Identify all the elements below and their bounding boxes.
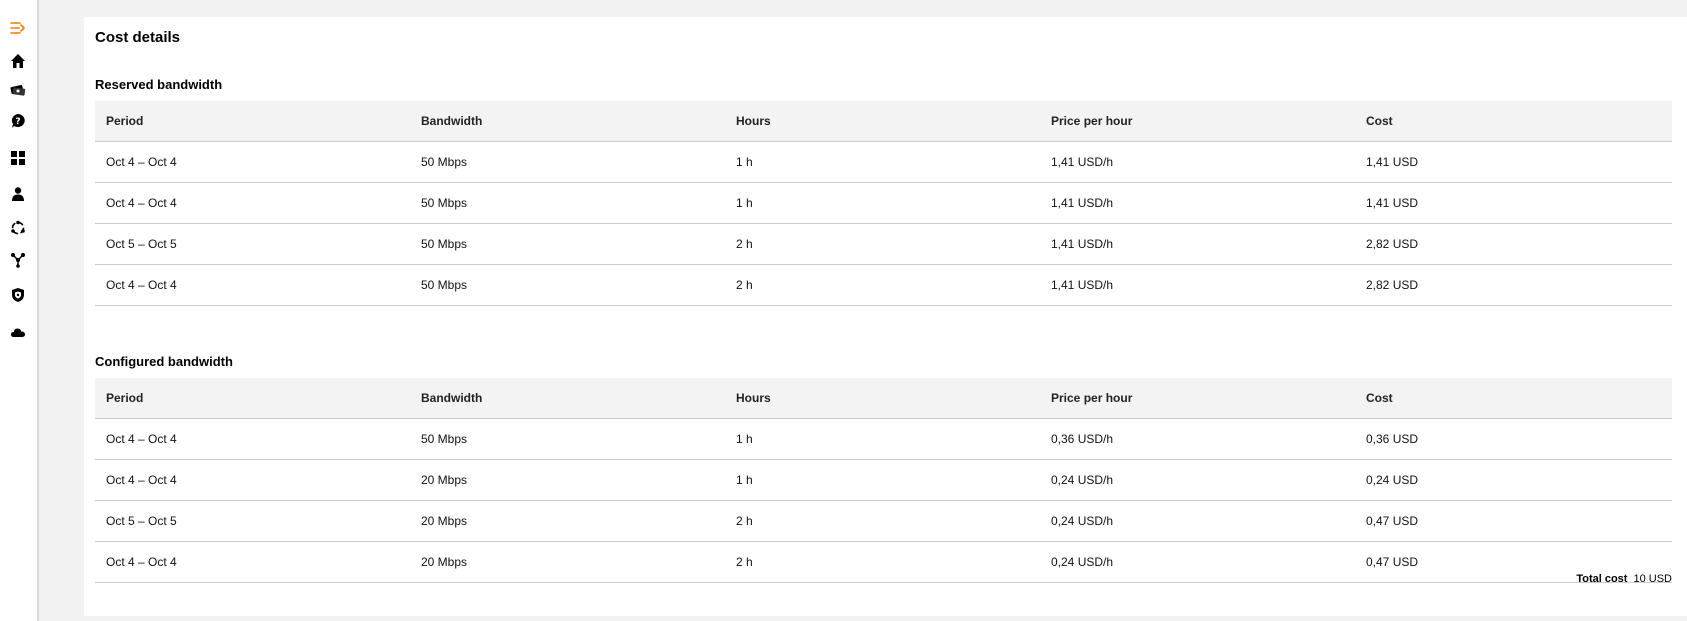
period-cell: Oct 4 – Oct 4 [95,182,410,224]
cost-cell: 0,36 USD [1355,418,1672,460]
price-per-hour-cell: 0,24 USD/h [1040,500,1355,542]
price-per-hour-cell: 1,41 USD/h [1040,223,1355,265]
sidebar: ? [0,0,39,621]
hours-cell: 2 h [725,223,1040,265]
total-cost: Total cost 10 USD [1576,573,1672,585]
hours-cell: 1 h [725,141,1040,183]
hours-cell: 2 h [725,500,1040,542]
table-row: Oct 4 – Oct 4 50 Mbps 2 h 1,41 USD/h 2,8… [95,264,1672,306]
configured-bandwidth-table: Period Bandwidth Hours Price per hour Co… [95,378,1672,583]
table-header-row: Period Bandwidth Hours Price per hour Co… [95,378,1672,419]
reserved-bandwidth-table: Period Bandwidth Hours Price per hour Co… [95,101,1672,306]
cost-cell: 1,41 USD [1355,141,1672,183]
period-cell: Oct 4 – Oct 4 [95,264,410,306]
column-header-price-per-hour: Price per hour [1040,378,1355,419]
cost-cell: 2,82 USD [1355,223,1672,265]
column-header-cost: Cost [1355,101,1672,142]
cost-cell: 1,41 USD [1355,182,1672,224]
cloud-icon[interactable] [8,322,28,342]
price-per-hour-cell: 0,24 USD/h [1040,459,1355,501]
table-row: Oct 4 – Oct 4 50 Mbps 1 h 1,41 USD/h 1,4… [95,141,1672,183]
topology-icon[interactable] [8,250,28,270]
table-row: Oct 5 – Oct 5 20 Mbps 2 h 0,24 USD/h 0,4… [95,500,1672,542]
tickets-icon[interactable] [8,80,28,100]
cost-details-card: Cost details Reserved bandwidth Period B… [84,17,1687,616]
column-header-hours: Hours [725,378,1040,419]
table-row: Oct 4 – Oct 4 50 Mbps 1 h 1,41 USD/h 1,4… [95,182,1672,224]
dashboard-icon[interactable] [8,148,28,168]
bandwidth-cell: 50 Mbps [410,141,725,183]
bandwidth-cell: 20 Mbps [410,541,725,583]
price-per-hour-cell: 0,24 USD/h [1040,541,1355,583]
bandwidth-cell: 50 Mbps [410,182,725,224]
column-header-bandwidth: Bandwidth [410,378,725,419]
table-header-row: Period Bandwidth Hours Price per hour Co… [95,101,1672,142]
bandwidth-cell: 20 Mbps [410,459,725,501]
table-row: Oct 4 – Oct 4 20 Mbps 2 h 0,24 USD/h 0,4… [95,541,1672,583]
cost-cell: 0,47 USD [1355,500,1672,542]
table-row: Oct 5 – Oct 5 50 Mbps 2 h 1,41 USD/h 2,8… [95,223,1672,265]
price-per-hour-cell: 1,41 USD/h [1040,264,1355,306]
configured-bandwidth-title: Configured bandwidth [95,354,233,369]
bandwidth-cell: 50 Mbps [410,418,725,460]
bandwidth-cell: 20 Mbps [410,500,725,542]
total-cost-label: Total cost [1576,573,1628,585]
column-header-bandwidth: Bandwidth [410,101,725,142]
price-per-hour-cell: 1,41 USD/h [1040,141,1355,183]
column-header-price-per-hour: Price per hour [1040,101,1355,142]
table-row: Oct 4 – Oct 4 20 Mbps 1 h 0,24 USD/h 0,2… [95,459,1672,501]
network-icon[interactable] [8,218,28,238]
reserved-bandwidth-title: Reserved bandwidth [95,77,223,92]
price-per-hour-cell: 1,41 USD/h [1040,182,1355,224]
period-cell: Oct 4 – Oct 4 [95,541,410,583]
page-title: Cost details [95,29,181,46]
hours-cell: 1 h [725,182,1040,224]
price-per-hour-cell: 0,36 USD/h [1040,418,1355,460]
period-cell: Oct 5 – Oct 5 [95,223,410,265]
period-cell: Oct 4 – Oct 4 [95,459,410,501]
svg-text:?: ? [15,117,20,127]
period-cell: Oct 5 – Oct 5 [95,500,410,542]
bandwidth-cell: 50 Mbps [410,264,725,306]
bandwidth-cell: 50 Mbps [410,223,725,265]
column-header-period: Period [95,378,410,419]
cost-cell: 0,24 USD [1355,459,1672,501]
cost-cell: 2,82 USD [1355,264,1672,306]
collapse-menu-icon[interactable] [8,18,28,38]
hours-cell: 1 h [725,418,1040,460]
column-header-hours: Hours [725,101,1040,142]
user-icon[interactable] [8,184,28,204]
security-icon[interactable] [8,285,28,305]
period-cell: Oct 4 – Oct 4 [95,418,410,460]
table-row: Oct 4 – Oct 4 50 Mbps 1 h 0,36 USD/h 0,3… [95,418,1672,460]
help-icon[interactable]: ? [8,111,28,131]
hours-cell: 2 h [725,541,1040,583]
column-header-cost: Cost [1355,378,1672,419]
total-cost-value: 10 USD [1633,573,1672,585]
home-icon[interactable] [8,51,28,71]
hours-cell: 1 h [725,459,1040,501]
hours-cell: 2 h [725,264,1040,306]
period-cell: Oct 4 – Oct 4 [95,141,410,183]
column-header-period: Period [95,101,410,142]
